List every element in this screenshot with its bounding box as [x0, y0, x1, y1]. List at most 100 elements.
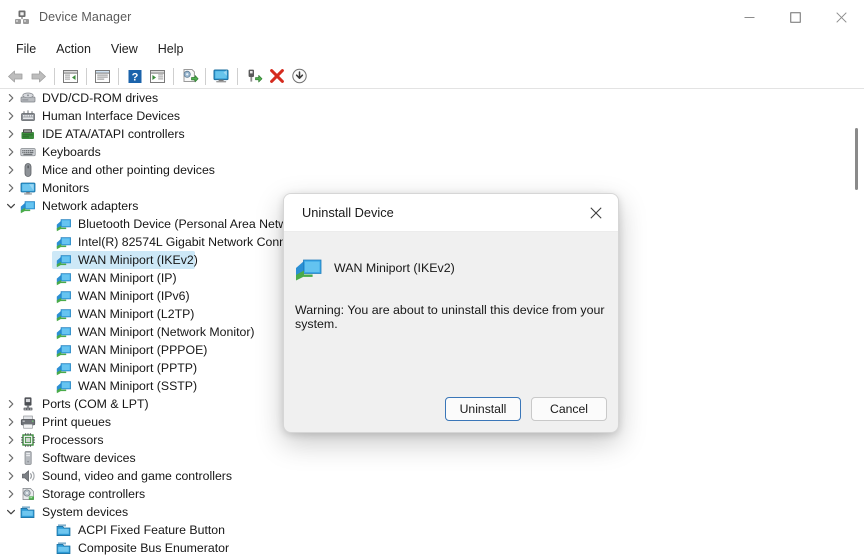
tree-row-label: System devices [42, 505, 129, 519]
tree-row[interactable]: Storage controllers [0, 485, 864, 503]
tree-row-label: ACPI Fixed Feature Button [78, 523, 225, 537]
chevron-down-icon[interactable] [2, 503, 20, 521]
keyboard-icon [20, 144, 36, 160]
uninstall-device-icon[interactable] [265, 65, 288, 87]
network-adapter-icon [294, 255, 324, 281]
tree-row-label: Processors [42, 433, 104, 447]
tree-row-label: WAN Miniport (IPv6) [78, 289, 190, 303]
chevron-right-icon[interactable] [2, 431, 20, 449]
dvd-drive-icon [20, 90, 36, 106]
properties-icon[interactable] [91, 65, 114, 87]
dialog-device-name: WAN Miniport (IKEv2) [334, 261, 455, 275]
tree-row[interactable]: Human Interface Devices [0, 107, 864, 125]
menu-file[interactable]: File [6, 38, 46, 60]
network-adapter-icon [56, 288, 72, 304]
network-adapter-icon [56, 324, 72, 340]
window-controls [726, 0, 864, 34]
mouse-icon [20, 162, 36, 178]
network-adapter-icon [56, 270, 72, 286]
scrollbar-thumb[interactable] [855, 128, 858, 190]
chevron-right-icon[interactable] [2, 179, 20, 197]
network-adapter-icon [20, 198, 36, 214]
storage-controller-icon [20, 486, 36, 502]
dialog-title: Uninstall Device [302, 205, 394, 220]
minimize-icon[interactable] [726, 0, 772, 34]
cancel-button[interactable]: Cancel [531, 397, 607, 421]
tree-row[interactable]: Composite Bus Enumerator [0, 539, 864, 557]
help-icon[interactable]: ? [123, 65, 146, 87]
tree-row[interactable]: Processors [0, 431, 864, 449]
chevron-right-icon[interactable] [2, 485, 20, 503]
chevron-right-icon[interactable] [2, 467, 20, 485]
window-title: Device Manager [39, 10, 132, 24]
show-hide-console-tree-icon[interactable] [59, 65, 82, 87]
tree-row-label: WAN Miniport (Network Monitor) [78, 325, 255, 339]
toolbar-separator [86, 67, 87, 85]
toolbar: ? [0, 64, 864, 88]
disable-device-icon[interactable] [288, 65, 311, 87]
tree-row[interactable]: System devices [0, 503, 864, 521]
maximize-icon[interactable] [772, 0, 818, 34]
tree-row[interactable]: IDE ATA/ATAPI controllers [0, 125, 864, 143]
show-hide-action-pane-icon[interactable] [146, 65, 169, 87]
chevron-right-icon[interactable] [2, 161, 20, 179]
chevron-right-icon[interactable] [2, 395, 20, 413]
system-device-icon [56, 540, 72, 556]
chevron-right-icon[interactable] [2, 413, 20, 431]
scan-hardware-changes-icon[interactable] [210, 65, 233, 87]
chevron-down-icon[interactable] [2, 197, 20, 215]
forward-icon[interactable] [27, 65, 50, 87]
tree-row-label: WAN Miniport (PPPOE) [78, 343, 208, 357]
toolbar-separator [205, 67, 206, 85]
network-adapter-icon [56, 234, 72, 250]
enable-device-icon[interactable] [242, 65, 265, 87]
menu-action[interactable]: Action [46, 38, 101, 60]
chevron-right-icon[interactable] [2, 449, 20, 467]
tree-row[interactable]: ACPI Fixed Feature Button [0, 521, 864, 539]
chevron-right-icon[interactable] [2, 89, 20, 107]
hid-icon [20, 108, 36, 124]
tree-row-label: WAN Miniport (IP) [78, 271, 177, 285]
tree-row-label: IDE ATA/ATAPI controllers [42, 127, 185, 141]
tree-row-label: WAN Miniport (IKEv2) [78, 253, 198, 267]
close-icon[interactable] [574, 194, 618, 231]
chevron-right-icon[interactable] [2, 125, 20, 143]
tree-row-label: WAN Miniport (SSTP) [78, 379, 198, 393]
vertical-scrollbar[interactable] [849, 89, 864, 557]
network-adapter-icon [56, 306, 72, 322]
tree-row[interactable]: DVD/CD-ROM drives [0, 89, 864, 107]
tree-row-label: Ports (COM & LPT) [42, 397, 149, 411]
network-adapter-icon [56, 378, 72, 394]
software-device-icon [20, 450, 36, 466]
tree-row[interactable]: Software devices [0, 449, 864, 467]
window-titlebar: Device Manager [0, 0, 864, 34]
dialog-body: WAN Miniport (IKEv2) Warning: You are ab… [284, 232, 618, 432]
tree-row[interactable]: Keyboards [0, 143, 864, 161]
back-icon[interactable] [4, 65, 27, 87]
chevron-right-icon[interactable] [2, 107, 20, 125]
tree-row-label: WAN Miniport (L2TP) [78, 307, 195, 321]
tree-row-label: Keyboards [42, 145, 101, 159]
dialog-warning-text: Warning: You are about to uninstall this… [295, 303, 605, 331]
uninstall-button[interactable]: Uninstall [445, 397, 521, 421]
toolbar-separator [173, 67, 174, 85]
tree-row[interactable]: Mice and other pointing devices [0, 161, 864, 179]
menu-help[interactable]: Help [148, 38, 194, 60]
network-adapter-icon [56, 342, 72, 358]
update-driver-icon[interactable] [178, 65, 201, 87]
network-adapter-icon [56, 252, 72, 268]
monitor-icon [20, 180, 36, 196]
network-adapter-icon [56, 360, 72, 376]
menu-view[interactable]: View [101, 38, 148, 60]
device-manager-icon [14, 9, 30, 25]
network-adapter-icon [56, 216, 72, 232]
close-icon[interactable] [818, 0, 864, 34]
tree-row-label: WAN Miniport (PPTP) [78, 361, 198, 375]
tree-row-label: Monitors [42, 181, 90, 195]
tree-row[interactable]: Sound, video and game controllers [0, 467, 864, 485]
tree-row-label: Human Interface Devices [42, 109, 181, 123]
tree-row-label: Mice and other pointing devices [42, 163, 215, 177]
chevron-right-icon[interactable] [2, 143, 20, 161]
tree-row-label: Network adapters [42, 199, 139, 213]
tree-row-label: Composite Bus Enumerator [78, 541, 230, 555]
